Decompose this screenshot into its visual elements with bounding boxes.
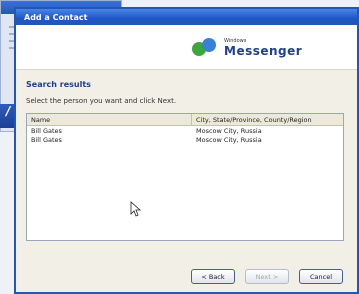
back-button[interactable]: < Back: [191, 269, 235, 284]
mouse-pointer-icon: [130, 201, 142, 217]
row-name: Bill Gates: [31, 135, 62, 144]
row-location: Moscow City, Russia: [196, 126, 262, 135]
results-header: Name City, State/Province, County/Region: [27, 114, 343, 126]
column-header-name[interactable]: Name: [27, 114, 192, 125]
add-contact-dialog: Add a Contact Windows Messenger Search r…: [14, 7, 359, 294]
logo-messenger-text: Messenger: [224, 44, 303, 58]
messenger-banner: Windows Messenger: [16, 25, 357, 70]
next-button[interactable]: Next >: [245, 269, 289, 284]
table-row[interactable]: Bill Gates Moscow City, Russia: [27, 135, 343, 144]
dialog-titlebar[interactable]: Add a Contact: [16, 9, 357, 25]
messenger-buddy-icon: [190, 36, 220, 60]
search-results-list[interactable]: Name City, State/Province, County/Region…: [26, 113, 344, 241]
column-header-location[interactable]: City, State/Province, County/Region: [192, 114, 343, 125]
cancel-button[interactable]: Cancel: [299, 269, 343, 284]
dialog-buttons: < Back Next > Cancel: [191, 269, 343, 284]
dialog-title: Add a Contact: [24, 12, 88, 22]
row-name: Bill Gates: [31, 126, 62, 135]
table-row[interactable]: Bill Gates Moscow City, Russia: [27, 126, 343, 135]
messenger-logo: Windows Messenger: [190, 33, 330, 63]
row-location: Moscow City, Russia: [196, 135, 262, 144]
instruction-text: Select the person you want and click Nex…: [26, 97, 177, 105]
section-title: Search results: [26, 80, 91, 89]
